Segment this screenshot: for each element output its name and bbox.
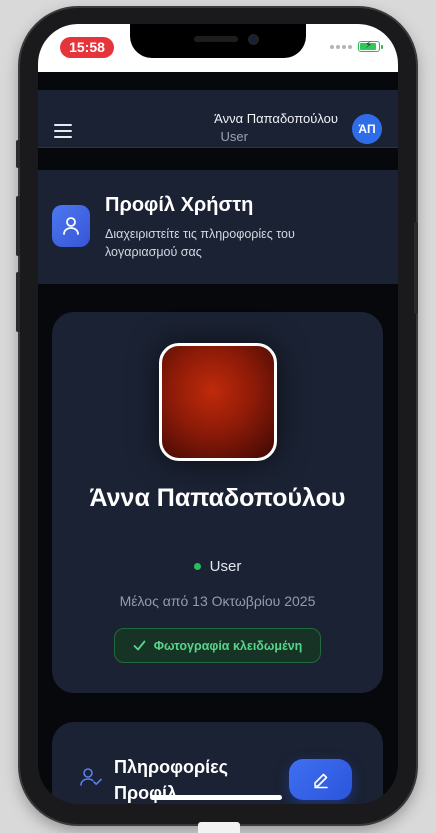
check-icon: [133, 640, 146, 651]
device-base-tab: [198, 822, 240, 833]
profile-photo[interactable]: [159, 343, 277, 461]
profile-full-name: Άννα Παπαδοπούλου: [89, 484, 346, 512]
signal-dots-icon: [330, 44, 352, 49]
hamburger-icon[interactable]: [54, 124, 72, 138]
status-time: 15:58: [60, 37, 114, 58]
phone-screen: 15:58 ⚡ Άννα Παπαδοπούλου User ΆΠ Προφίλ…: [38, 24, 398, 804]
profile-card: Άννα Παπαδοπούλου User Μέλος από 13 Οκτω…: [52, 312, 383, 693]
online-status-dot: [193, 563, 201, 570]
status-bar: 15:58 ⚡: [38, 24, 398, 72]
avatar[interactable]: ΆΠ: [352, 114, 382, 144]
photo-locked-badge: Φωτογραφία κλειδωμένη: [114, 628, 321, 663]
profile-role: User: [209, 558, 242, 575]
earpiece-speaker: [194, 36, 238, 42]
member-since: Μέλος από 13 Οκτωβρίου 2025: [119, 593, 316, 609]
front-camera: [248, 34, 259, 45]
header-user-role: User: [220, 129, 248, 144]
app-header: Άννα Παπαδοπούλου User ΆΠ: [38, 90, 398, 148]
page-title: Προφίλ Χρήστη: [105, 194, 254, 216]
user-check-icon: [80, 768, 102, 786]
battery-charging-icon: ⚡: [358, 40, 383, 52]
home-indicator[interactable]: [150, 795, 282, 800]
page-header-card: Προφίλ Χρήστη Διαχειριστείτε τις πληροφο…: [38, 170, 398, 284]
edit-pen-icon: [313, 773, 328, 788]
volume-up-button: [16, 196, 20, 256]
header-user-name: Άννα Παπαδοπούλου: [214, 111, 338, 126]
status-icons: ⚡: [330, 40, 383, 52]
power-button: [414, 222, 418, 314]
page-subtitle: Διαχειριστείτε τις πληροφορίες του λογαρ…: [105, 227, 295, 259]
edit-profile-button[interactable]: [289, 759, 352, 800]
mute-switch: [16, 140, 20, 168]
photo-locked-label: Φωτογραφία κλειδωμένη: [153, 638, 303, 653]
notch: [130, 24, 306, 58]
user-icon: [52, 205, 90, 247]
profile-status: User: [52, 558, 383, 575]
volume-down-button: [16, 272, 20, 332]
